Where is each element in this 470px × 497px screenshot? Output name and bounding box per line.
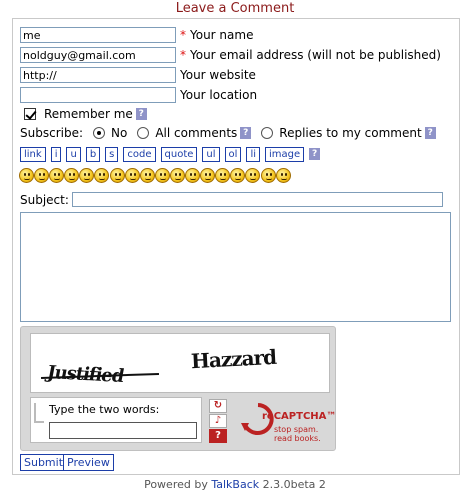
footer-version: 2.3.0beta 2 bbox=[262, 478, 326, 491]
help-icon[interactable]: ? bbox=[135, 108, 147, 120]
code-button[interactable]: code bbox=[123, 147, 156, 162]
location-input[interactable] bbox=[20, 87, 176, 103]
website-input[interactable] bbox=[20, 67, 176, 83]
help-icon[interactable]: ? bbox=[309, 148, 321, 160]
help-icon[interactable]: ? bbox=[240, 127, 252, 139]
help-icon[interactable]: ? bbox=[209, 429, 227, 443]
subject-label: Subject: bbox=[20, 192, 69, 207]
remember-label: Remember me bbox=[44, 107, 133, 121]
subscribe-no-radio[interactable] bbox=[93, 127, 105, 139]
subject-row: Subject: bbox=[20, 192, 443, 207]
captcha-word-2: Hazzard bbox=[190, 344, 277, 374]
subscribe-replies-radio[interactable] bbox=[261, 127, 274, 139]
footer: Powered by TalkBack 2.3.0beta 2 bbox=[0, 478, 470, 491]
li-button[interactable]: li bbox=[246, 147, 260, 162]
angry-smiley-icon[interactable] bbox=[124, 168, 140, 183]
talkback-link[interactable]: TalkBack bbox=[211, 478, 259, 491]
tongue-smiley-icon[interactable] bbox=[154, 168, 170, 183]
grin-smiley-icon[interactable] bbox=[64, 168, 80, 183]
evil-smiley-icon[interactable] bbox=[275, 168, 291, 183]
cry-smiley-icon[interactable] bbox=[230, 168, 246, 183]
comment-textarea[interactable] bbox=[20, 212, 451, 322]
footer-prefix: Powered by bbox=[144, 478, 208, 491]
subject-input[interactable] bbox=[71, 192, 443, 207]
name-input[interactable] bbox=[20, 27, 176, 43]
link-button[interactable]: link bbox=[20, 147, 46, 162]
rolleyes-smiley-icon[interactable] bbox=[260, 168, 276, 183]
location-row: Your location bbox=[20, 87, 257, 103]
quote-button[interactable]: quote bbox=[160, 147, 198, 162]
cool-smiley-icon[interactable] bbox=[139, 168, 155, 183]
arrow-icon bbox=[34, 403, 44, 423]
required-marker: * bbox=[180, 28, 186, 42]
sad-smiley-icon[interactable] bbox=[34, 168, 50, 183]
bold-button[interactable]: b bbox=[85, 147, 101, 162]
audio-icon[interactable]: ♪ bbox=[209, 414, 227, 428]
location-label: Your location bbox=[180, 88, 258, 102]
email-label: Your email address (will not be publishe… bbox=[190, 48, 441, 62]
remember-checkbox[interactable] bbox=[24, 108, 36, 120]
neutral-smiley-icon[interactable] bbox=[169, 168, 185, 183]
captcha-image: Justified Hazzard bbox=[30, 333, 330, 393]
name-label: Your name bbox=[190, 28, 254, 42]
preview-button[interactable]: Preview bbox=[63, 454, 114, 471]
format-toolbar: link i u b s code quote ul ol li image ? bbox=[20, 147, 321, 162]
ul-button[interactable]: ul bbox=[202, 147, 220, 162]
ol-button[interactable]: ol bbox=[224, 147, 242, 162]
captcha-input[interactable] bbox=[49, 422, 197, 439]
captcha-controls: ↻ ♪ ? bbox=[209, 399, 227, 444]
refresh-icon[interactable]: ↻ bbox=[209, 399, 227, 413]
confused-smiley-icon[interactable] bbox=[109, 168, 125, 183]
strike-button[interactable]: s bbox=[105, 147, 119, 162]
subscribe-all-label: All comments bbox=[155, 126, 238, 140]
wink-smiley-icon[interactable] bbox=[94, 168, 110, 183]
subscribe-no-label: No bbox=[111, 126, 128, 140]
shocked-smiley-icon[interactable] bbox=[215, 168, 231, 183]
smiley-bar bbox=[19, 168, 291, 183]
recaptcha-widget: Justified Hazzard Type the two words: ↻ … bbox=[20, 326, 336, 451]
laugh-smiley-icon[interactable] bbox=[185, 168, 201, 183]
website-row: Your website bbox=[20, 67, 256, 83]
image-button[interactable]: image bbox=[265, 147, 305, 162]
twisted-smiley-icon[interactable] bbox=[200, 168, 216, 183]
subscribe-label: Subscribe: bbox=[20, 126, 83, 140]
recaptcha-brand: reCAPTCHA™ bbox=[262, 411, 337, 422]
surprised-smiley-icon[interactable] bbox=[49, 168, 65, 183]
teeth-smiley-icon[interactable] bbox=[79, 168, 95, 183]
help-icon[interactable]: ? bbox=[424, 127, 436, 139]
page-title: Leave a Comment bbox=[175, 1, 295, 16]
underline-button[interactable]: u bbox=[66, 147, 81, 162]
subscribe-replies-label: Replies to my comment bbox=[279, 126, 422, 140]
remember-row: Remember me ? bbox=[20, 106, 147, 122]
email-input[interactable] bbox=[20, 47, 176, 63]
recaptcha-tagline: stop spam. read books. bbox=[274, 425, 321, 443]
required-marker: * bbox=[180, 48, 186, 62]
smile-smiley-icon[interactable] bbox=[19, 168, 34, 183]
name-row: * Your name bbox=[20, 27, 253, 43]
subscribe-row: Subscribe: No All comments ? Replies to … bbox=[20, 125, 436, 141]
captcha-prompt: Type the two words: bbox=[49, 403, 160, 416]
submit-button[interactable]: Submit bbox=[20, 454, 68, 471]
website-label: Your website bbox=[180, 68, 256, 82]
recaptcha-logo: reCAPTCHA™ stop spam. read books. bbox=[238, 399, 337, 447]
subscribe-all-radio[interactable] bbox=[137, 127, 150, 139]
eek-smiley-icon[interactable] bbox=[245, 168, 261, 183]
captcha-response-box: Type the two words: bbox=[30, 397, 202, 443]
italic-button[interactable]: i bbox=[50, 147, 62, 162]
email-row: * Your email address (will not be publis… bbox=[20, 47, 441, 63]
